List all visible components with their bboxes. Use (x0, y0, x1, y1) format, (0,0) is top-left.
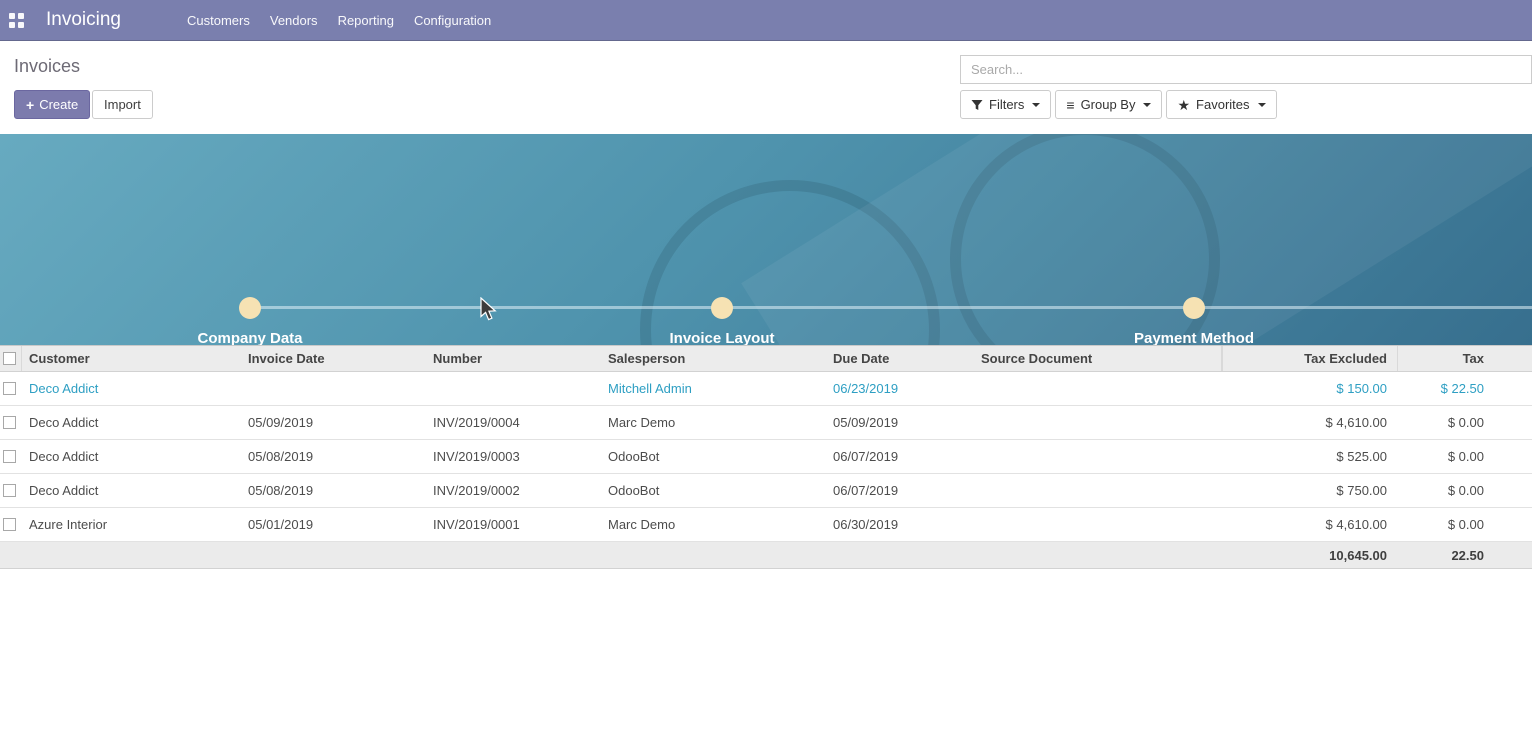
step-title: Invoice Layout (562, 330, 882, 345)
cell-invoice-date: 05/01/2019 (240, 517, 425, 532)
create-button-label: Create (39, 97, 78, 112)
row-checkbox[interactable] (3, 450, 16, 463)
main-menu: Customers Vendors Reporting Configuratio… (177, 0, 501, 41)
row-checkbox[interactable] (3, 518, 16, 531)
menu-item-customers[interactable]: Customers (177, 0, 260, 41)
cell-due-date: 06/23/2019 (825, 381, 973, 396)
cell-due-date: 06/07/2019 (825, 449, 973, 464)
cell-number: INV/2019/0003 (425, 449, 600, 464)
onboarding-progress-line (250, 306, 1532, 309)
cell-due-date: 06/30/2019 (825, 517, 973, 532)
cell-number: INV/2019/0004 (425, 415, 600, 430)
chevron-down-icon (1258, 103, 1266, 107)
cell-tax-excluded: $ 150.00 (1222, 381, 1397, 396)
table-row[interactable]: Deco Addict 05/08/2019 INV/2019/0003 Odo… (0, 440, 1532, 474)
favorites-label: Favorites (1196, 97, 1249, 112)
step-dot-invoice-layout (711, 297, 733, 319)
column-header-tax-excluded[interactable]: Tax Excluded (1222, 346, 1397, 371)
cell-customer: Deco Addict (22, 449, 240, 464)
top-navbar: Invoicing Customers Vendors Reporting Co… (0, 0, 1532, 41)
cell-invoice-date: 05/09/2019 (240, 415, 425, 430)
column-header-due-date[interactable]: Due Date (825, 351, 973, 366)
step-dot-company-data (239, 297, 261, 319)
menu-item-configuration[interactable]: Configuration (404, 0, 501, 41)
group-by-label: Group By (1081, 97, 1136, 112)
column-header-invoice-date[interactable]: Invoice Date (240, 351, 425, 366)
cell-customer: Deco Addict (22, 483, 240, 498)
cell-due-date: 06/07/2019 (825, 483, 973, 498)
apps-grid-icon[interactable] (9, 13, 24, 28)
create-button[interactable]: + Create (14, 90, 90, 119)
cell-tax: $ 0.00 (1397, 483, 1532, 498)
cell-salesperson: Marc Demo (600, 415, 825, 430)
invoices-list: Customer Invoice Date Number Salesperson… (0, 345, 1532, 569)
cell-tax: $ 0.00 (1397, 517, 1532, 532)
cell-tax: $ 22.50 (1397, 381, 1532, 396)
search-input[interactable] (960, 55, 1532, 84)
cell-salesperson: Mitchell Admin (600, 381, 825, 396)
step-title: Payment Method (1034, 330, 1354, 345)
cell-due-date: 05/09/2019 (825, 415, 973, 430)
column-header-number[interactable]: Number (425, 351, 600, 366)
table-row[interactable]: Deco Addict Mitchell Admin 06/23/2019 $ … (0, 372, 1532, 406)
column-header-customer[interactable]: Customer (22, 351, 240, 366)
cell-customer: Deco Addict (22, 381, 240, 396)
search-options-bar: Filters ≡ Group By ★ Favorites (960, 90, 1277, 119)
cell-tax-excluded: $ 4,610.00 (1222, 415, 1397, 430)
list-footer-row: 10,645.00 22.50 (0, 542, 1532, 569)
import-button[interactable]: Import (92, 90, 153, 119)
list-header-row: Customer Invoice Date Number Salesperson… (0, 345, 1532, 372)
column-header-source-document[interactable]: Source Document (973, 346, 1222, 371)
cell-tax-excluded: $ 525.00 (1222, 449, 1397, 464)
favorites-dropdown[interactable]: ★ Favorites (1166, 90, 1276, 119)
cell-tax: $ 0.00 (1397, 415, 1532, 430)
select-all-checkbox[interactable] (3, 352, 16, 365)
cell-salesperson: Marc Demo (600, 517, 825, 532)
group-by-icon: ≡ (1066, 98, 1074, 112)
filters-label: Filters (989, 97, 1024, 112)
column-header-salesperson[interactable]: Salesperson (600, 351, 825, 366)
total-tax-excluded: 10,645.00 (1222, 548, 1397, 563)
total-tax: 22.50 (1397, 548, 1532, 563)
chevron-down-icon (1143, 103, 1151, 107)
cell-tax-excluded: $ 750.00 (1222, 483, 1397, 498)
cell-tax-excluded: $ 4,610.00 (1222, 517, 1397, 532)
cell-customer: Deco Addict (22, 415, 240, 430)
row-checkbox[interactable] (3, 416, 16, 429)
cell-number: INV/2019/0001 (425, 517, 600, 532)
app-title[interactable]: Invoicing (46, 9, 121, 31)
group-by-dropdown[interactable]: ≡ Group By (1055, 90, 1162, 119)
table-row[interactable]: Deco Addict 05/08/2019 INV/2019/0002 Odo… (0, 474, 1532, 508)
table-row[interactable]: Azure Interior 05/01/2019 INV/2019/0001 … (0, 508, 1532, 542)
cell-number: INV/2019/0002 (425, 483, 600, 498)
onboarding-step-invoice-layout: Invoice Layout Customize the look of you… (562, 330, 882, 345)
plus-icon: + (26, 98, 34, 112)
banner-decoration (741, 134, 1532, 345)
onboarding-step-company-data: Company Data Set your company's data for… (90, 330, 410, 345)
row-checkbox[interactable] (3, 382, 16, 395)
filter-icon (971, 99, 983, 111)
import-button-label: Import (104, 97, 141, 112)
row-checkbox[interactable] (3, 484, 16, 497)
cell-invoice-date: 05/08/2019 (240, 483, 425, 498)
menu-item-reporting[interactable]: Reporting (328, 0, 404, 41)
menu-item-vendors[interactable]: Vendors (260, 0, 328, 41)
cell-customer: Azure Interior (22, 517, 240, 532)
cell-salesperson: OdooBot (600, 449, 825, 464)
star-icon: ★ (1177, 98, 1190, 112)
cell-invoice-date: 05/08/2019 (240, 449, 425, 464)
cell-tax: $ 0.00 (1397, 449, 1532, 464)
column-header-tax[interactable]: Tax (1397, 346, 1532, 371)
cell-salesperson: OdooBot (600, 483, 825, 498)
page-title: Invoices (14, 56, 80, 77)
onboarding-banner: Company Data Set your company's data for… (0, 134, 1532, 345)
chevron-down-icon (1032, 103, 1040, 107)
filters-dropdown[interactable]: Filters (960, 90, 1051, 119)
step-title: Company Data (90, 330, 410, 345)
step-dot-payment-method (1183, 297, 1205, 319)
table-row[interactable]: Deco Addict 05/09/2019 INV/2019/0004 Mar… (0, 406, 1532, 440)
onboarding-step-payment-method: Payment Method Configure your payment me… (1034, 330, 1354, 345)
